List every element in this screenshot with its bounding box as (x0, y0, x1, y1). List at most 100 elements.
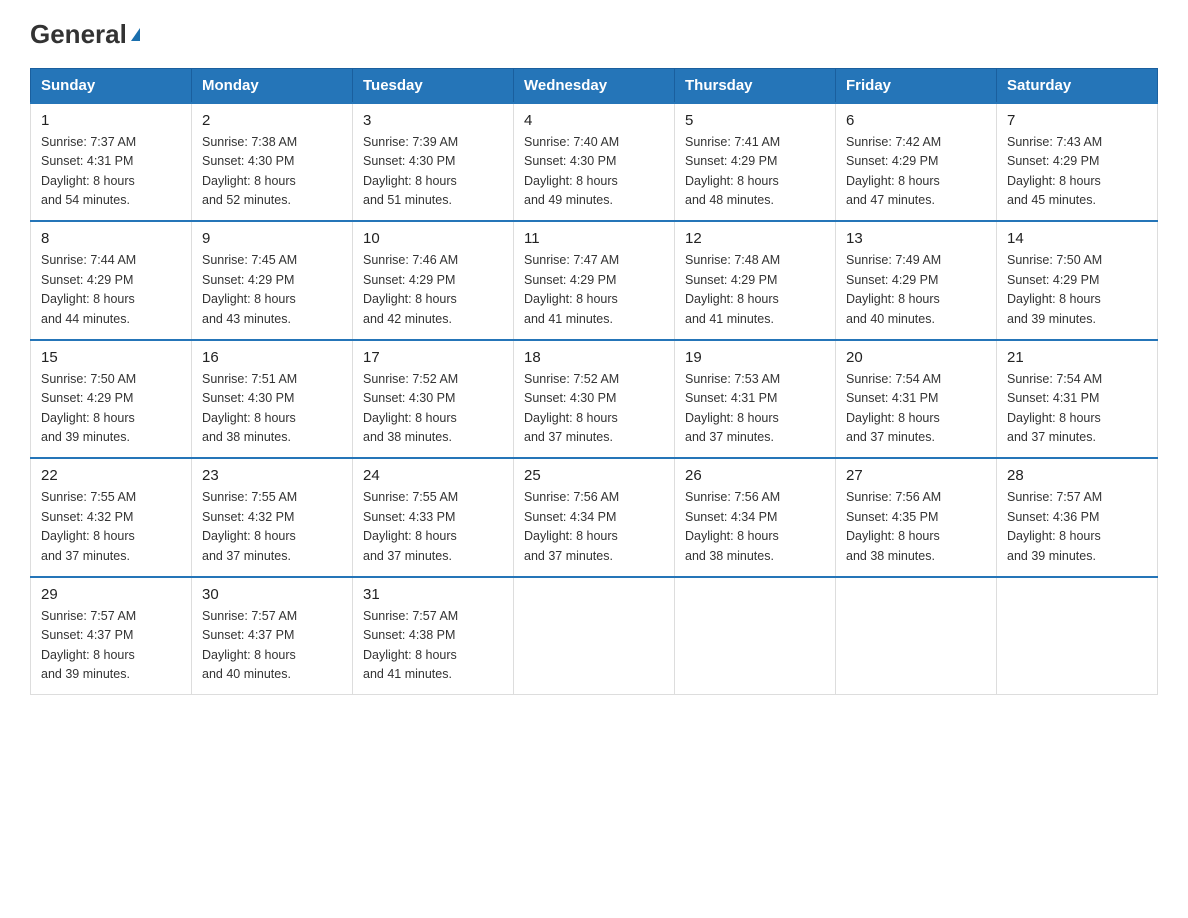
day-number: 31 (363, 586, 503, 603)
day-info: Sunrise: 7:55 AMSunset: 4:32 PMDaylight:… (202, 488, 342, 566)
day-info: Sunrise: 7:52 AMSunset: 4:30 PMDaylight:… (363, 370, 503, 448)
calendar-week-row: 1 Sunrise: 7:37 AMSunset: 4:31 PMDaylight… (31, 103, 1158, 222)
day-info: Sunrise: 7:57 AMSunset: 4:36 PMDaylight:… (1007, 488, 1147, 566)
day-info: Sunrise: 7:39 AMSunset: 4:30 PMDaylight:… (363, 133, 503, 211)
table-row: 19 Sunrise: 7:53 AMSunset: 4:31 PMDayligh… (675, 340, 836, 459)
header-friday: Friday (836, 68, 997, 103)
day-number: 11 (524, 230, 664, 247)
day-info: Sunrise: 7:50 AMSunset: 4:29 PMDaylight:… (1007, 251, 1147, 329)
day-number: 12 (685, 230, 825, 247)
day-info: Sunrise: 7:55 AMSunset: 4:32 PMDaylight:… (41, 488, 181, 566)
day-number: 24 (363, 467, 503, 484)
table-row: 28Sunrise: 7:57 AMSunset: 4:36 PMDayligh… (997, 458, 1158, 577)
day-number: 4 (524, 112, 664, 129)
day-info: Sunrise: 7:41 AMSunset: 4:29 PMDaylight:… (685, 133, 825, 211)
day-info: Sunrise: 7:37 AMSunset: 4:31 PMDaylight:… (41, 133, 181, 211)
table-row: 2 Sunrise: 7:38 AMSunset: 4:30 PMDaylight… (192, 103, 353, 222)
header-saturday: Saturday (997, 68, 1158, 103)
table-row: 18 Sunrise: 7:52 AMSunset: 4:30 PMDayligh… (514, 340, 675, 459)
day-number: 10 (363, 230, 503, 247)
table-row (997, 577, 1158, 695)
table-row: 3 Sunrise: 7:39 AMSunset: 4:30 PMDaylight… (353, 103, 514, 222)
calendar-week-row: 8 Sunrise: 7:44 AMSunset: 4:29 PMDaylight… (31, 221, 1158, 340)
day-info: Sunrise: 7:51 AMSunset: 4:30 PMDaylight:… (202, 370, 342, 448)
table-row: 11 Sunrise: 7:47 AMSunset: 4:29 PMDayligh… (514, 221, 675, 340)
day-number: 18 (524, 349, 664, 366)
table-row: 17 Sunrise: 7:52 AMSunset: 4:30 PMDayligh… (353, 340, 514, 459)
table-row: 23 Sunrise: 7:55 AMSunset: 4:32 PMDayligh… (192, 458, 353, 577)
day-info: Sunrise: 7:53 AMSunset: 4:31 PMDaylight:… (685, 370, 825, 448)
day-number: 29 (41, 586, 181, 603)
table-row (514, 577, 675, 695)
table-row: 9Sunrise: 7:45 AMSunset: 4:29 PMDaylight… (192, 221, 353, 340)
logo-line1: General (30, 20, 140, 50)
day-info: Sunrise: 7:38 AMSunset: 4:30 PMDaylight:… (202, 133, 342, 211)
day-number: 2 (202, 112, 342, 129)
day-number: 23 (202, 467, 342, 484)
day-number: 27 (846, 467, 986, 484)
day-number: 30 (202, 586, 342, 603)
table-row: 30 Sunrise: 7:57 AMSunset: 4:37 PMDayligh… (192, 577, 353, 695)
table-row: 6Sunrise: 7:42 AMSunset: 4:29 PMDaylight… (836, 103, 997, 222)
day-number: 17 (363, 349, 503, 366)
calendar-week-row: 15Sunrise: 7:50 AMSunset: 4:29 PMDayligh… (31, 340, 1158, 459)
day-info: Sunrise: 7:52 AMSunset: 4:30 PMDaylight:… (524, 370, 664, 448)
day-info: Sunrise: 7:48 AMSunset: 4:29 PMDaylight:… (685, 251, 825, 329)
day-number: 14 (1007, 230, 1147, 247)
day-info: Sunrise: 7:56 AMSunset: 4:35 PMDaylight:… (846, 488, 986, 566)
table-row: 22 Sunrise: 7:55 AMSunset: 4:32 PMDayligh… (31, 458, 192, 577)
day-info: Sunrise: 7:57 AMSunset: 4:37 PMDaylight:… (41, 607, 181, 685)
day-number: 1 (41, 112, 181, 129)
table-row: 1 Sunrise: 7:37 AMSunset: 4:31 PMDaylight… (31, 103, 192, 222)
logo: General (30, 20, 140, 50)
day-number: 19 (685, 349, 825, 366)
table-row: 14 Sunrise: 7:50 AMSunset: 4:29 PMDayligh… (997, 221, 1158, 340)
table-row (675, 577, 836, 695)
day-info: Sunrise: 7:43 AMSunset: 4:29 PMDaylight:… (1007, 133, 1147, 211)
table-row: 20 Sunrise: 7:54 AMSunset: 4:31 PMDayligh… (836, 340, 997, 459)
day-info: Sunrise: 7:40 AMSunset: 4:30 PMDaylight:… (524, 133, 664, 211)
day-info: Sunrise: 7:57 AMSunset: 4:37 PMDaylight:… (202, 607, 342, 685)
day-info: Sunrise: 7:50 AMSunset: 4:29 PMDaylight:… (41, 370, 181, 448)
day-number: 8 (41, 230, 181, 247)
calendar-week-row: 29 Sunrise: 7:57 AMSunset: 4:37 PMDayligh… (31, 577, 1158, 695)
table-row: 24 Sunrise: 7:55 AMSunset: 4:33 PMDayligh… (353, 458, 514, 577)
page-header: General (30, 20, 1158, 50)
header-tuesday: Tuesday (353, 68, 514, 103)
table-row: 31 Sunrise: 7:57 AMSunset: 4:38 PMDayligh… (353, 577, 514, 695)
day-info: Sunrise: 7:45 AMSunset: 4:29 PMDaylight:… (202, 251, 342, 329)
weekday-header-row: Sunday Monday Tuesday Wednesday Thursday… (31, 68, 1158, 103)
table-row: 16Sunrise: 7:51 AMSunset: 4:30 PMDayligh… (192, 340, 353, 459)
calendar-table: Sunday Monday Tuesday Wednesday Thursday… (30, 68, 1158, 696)
table-row: 15Sunrise: 7:50 AMSunset: 4:29 PMDayligh… (31, 340, 192, 459)
day-info: Sunrise: 7:54 AMSunset: 4:31 PMDaylight:… (846, 370, 986, 448)
day-number: 25 (524, 467, 664, 484)
day-info: Sunrise: 7:56 AMSunset: 4:34 PMDaylight:… (685, 488, 825, 566)
day-info: Sunrise: 7:55 AMSunset: 4:33 PMDaylight:… (363, 488, 503, 566)
header-monday: Monday (192, 68, 353, 103)
day-info: Sunrise: 7:42 AMSunset: 4:29 PMDaylight:… (846, 133, 986, 211)
header-thursday: Thursday (675, 68, 836, 103)
table-row: 5 Sunrise: 7:41 AMSunset: 4:29 PMDaylight… (675, 103, 836, 222)
table-row: 29 Sunrise: 7:57 AMSunset: 4:37 PMDayligh… (31, 577, 192, 695)
day-number: 13 (846, 230, 986, 247)
day-number: 5 (685, 112, 825, 129)
day-number: 7 (1007, 112, 1147, 129)
day-number: 3 (363, 112, 503, 129)
day-info: Sunrise: 7:57 AMSunset: 4:38 PMDaylight:… (363, 607, 503, 685)
table-row: 13 Sunrise: 7:49 AMSunset: 4:29 PMDayligh… (836, 221, 997, 340)
table-row: 8 Sunrise: 7:44 AMSunset: 4:29 PMDaylight… (31, 221, 192, 340)
table-row: 10 Sunrise: 7:46 AMSunset: 4:29 PMDayligh… (353, 221, 514, 340)
table-row: 4 Sunrise: 7:40 AMSunset: 4:30 PMDaylight… (514, 103, 675, 222)
table-row: 12 Sunrise: 7:48 AMSunset: 4:29 PMDayligh… (675, 221, 836, 340)
table-row: 27 Sunrise: 7:56 AMSunset: 4:35 PMDayligh… (836, 458, 997, 577)
day-info: Sunrise: 7:47 AMSunset: 4:29 PMDaylight:… (524, 251, 664, 329)
day-info: Sunrise: 7:44 AMSunset: 4:29 PMDaylight:… (41, 251, 181, 329)
day-info: Sunrise: 7:49 AMSunset: 4:29 PMDaylight:… (846, 251, 986, 329)
table-row: 26Sunrise: 7:56 AMSunset: 4:34 PMDayligh… (675, 458, 836, 577)
day-number: 20 (846, 349, 986, 366)
table-row: 21Sunrise: 7:54 AMSunset: 4:31 PMDayligh… (997, 340, 1158, 459)
day-info: Sunrise: 7:56 AMSunset: 4:34 PMDaylight:… (524, 488, 664, 566)
day-number: 22 (41, 467, 181, 484)
day-info: Sunrise: 7:46 AMSunset: 4:29 PMDaylight:… (363, 251, 503, 329)
